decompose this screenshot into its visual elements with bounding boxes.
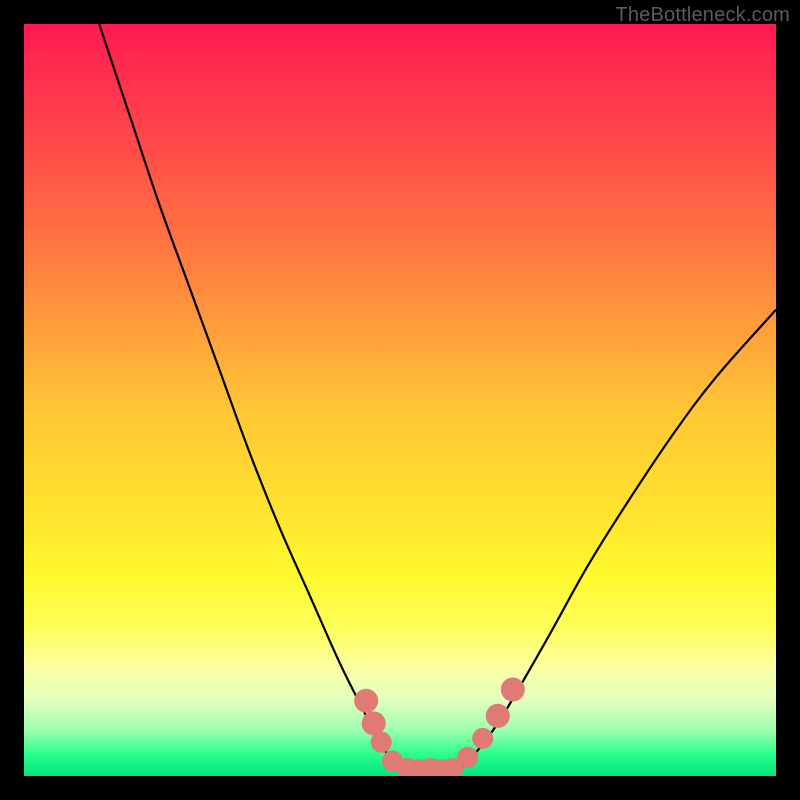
marker-group xyxy=(354,677,525,776)
curve-marker-dot xyxy=(457,747,478,768)
curve-marker-dot xyxy=(371,732,392,753)
curve-marker-dot xyxy=(472,728,493,749)
curve-marker-dot xyxy=(354,689,378,713)
bottleneck-curve-plot xyxy=(24,24,776,776)
curve-left-branch xyxy=(99,24,400,768)
curve-marker-dot xyxy=(501,677,525,701)
watermark-text: TheBottleneck.com xyxy=(615,4,790,27)
curve-group xyxy=(99,24,776,768)
chart-frame xyxy=(24,24,776,776)
curve-marker-dot xyxy=(486,704,510,728)
